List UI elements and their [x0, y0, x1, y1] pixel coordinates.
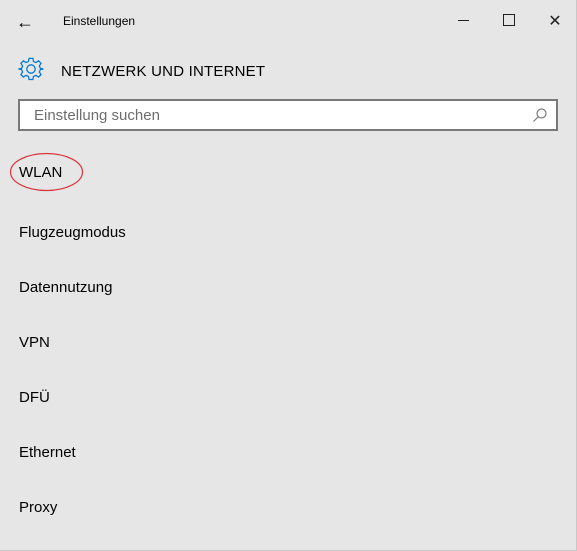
back-button[interactable]: ← — [12, 8, 38, 36]
minimize-icon — [457, 20, 469, 22]
nav-item-label: VPN — [19, 334, 50, 351]
nav-item-flugzeugmodus[interactable]: Flugzeugmodus — [0, 210, 576, 254]
nav-item-proxy[interactable]: Proxy — [0, 485, 576, 529]
search-box[interactable] — [18, 99, 558, 131]
minimize-button[interactable] — [443, 8, 483, 36]
search-input[interactable] — [20, 101, 534, 129]
back-arrow-icon: ← — [16, 12, 34, 32]
page-title: NETZWERK UND INTERNET — [61, 63, 266, 80]
window-title: Einstellungen — [63, 14, 136, 28]
nav-item-label: Proxy — [19, 499, 58, 516]
nav-item-label: Datennutzung — [19, 279, 113, 296]
maximize-icon — [503, 14, 515, 27]
nav-item-ethernet[interactable]: Ethernet — [0, 430, 576, 474]
nav-item-label: WLAN — [19, 164, 63, 181]
settings-window: ← Einstellungen ✕ NETZWERK UND INTERNET — [0, 0, 577, 551]
nav-item-vpn[interactable]: VPN — [0, 320, 576, 364]
gear-icon — [18, 57, 44, 81]
nav-item-dfue[interactable]: DFÜ — [0, 375, 576, 419]
page-header: NETZWERK UND INTERNET — [0, 50, 576, 90]
close-icon: ✕ — [548, 13, 562, 30]
maximize-button[interactable] — [489, 8, 529, 36]
nav-item-label: Flugzeugmodus — [19, 224, 126, 241]
nav-item-label: DFÜ — [19, 389, 50, 406]
nav-item-wlan[interactable]: WLAN — [0, 150, 576, 194]
nav-item-label: Ethernet — [19, 444, 76, 461]
nav-item-datennutzung[interactable]: Datennutzung — [0, 265, 576, 309]
title-bar: ← Einstellungen ✕ — [0, 0, 576, 44]
close-button[interactable]: ✕ — [535, 8, 575, 36]
search-icon[interactable] — [532, 107, 548, 123]
